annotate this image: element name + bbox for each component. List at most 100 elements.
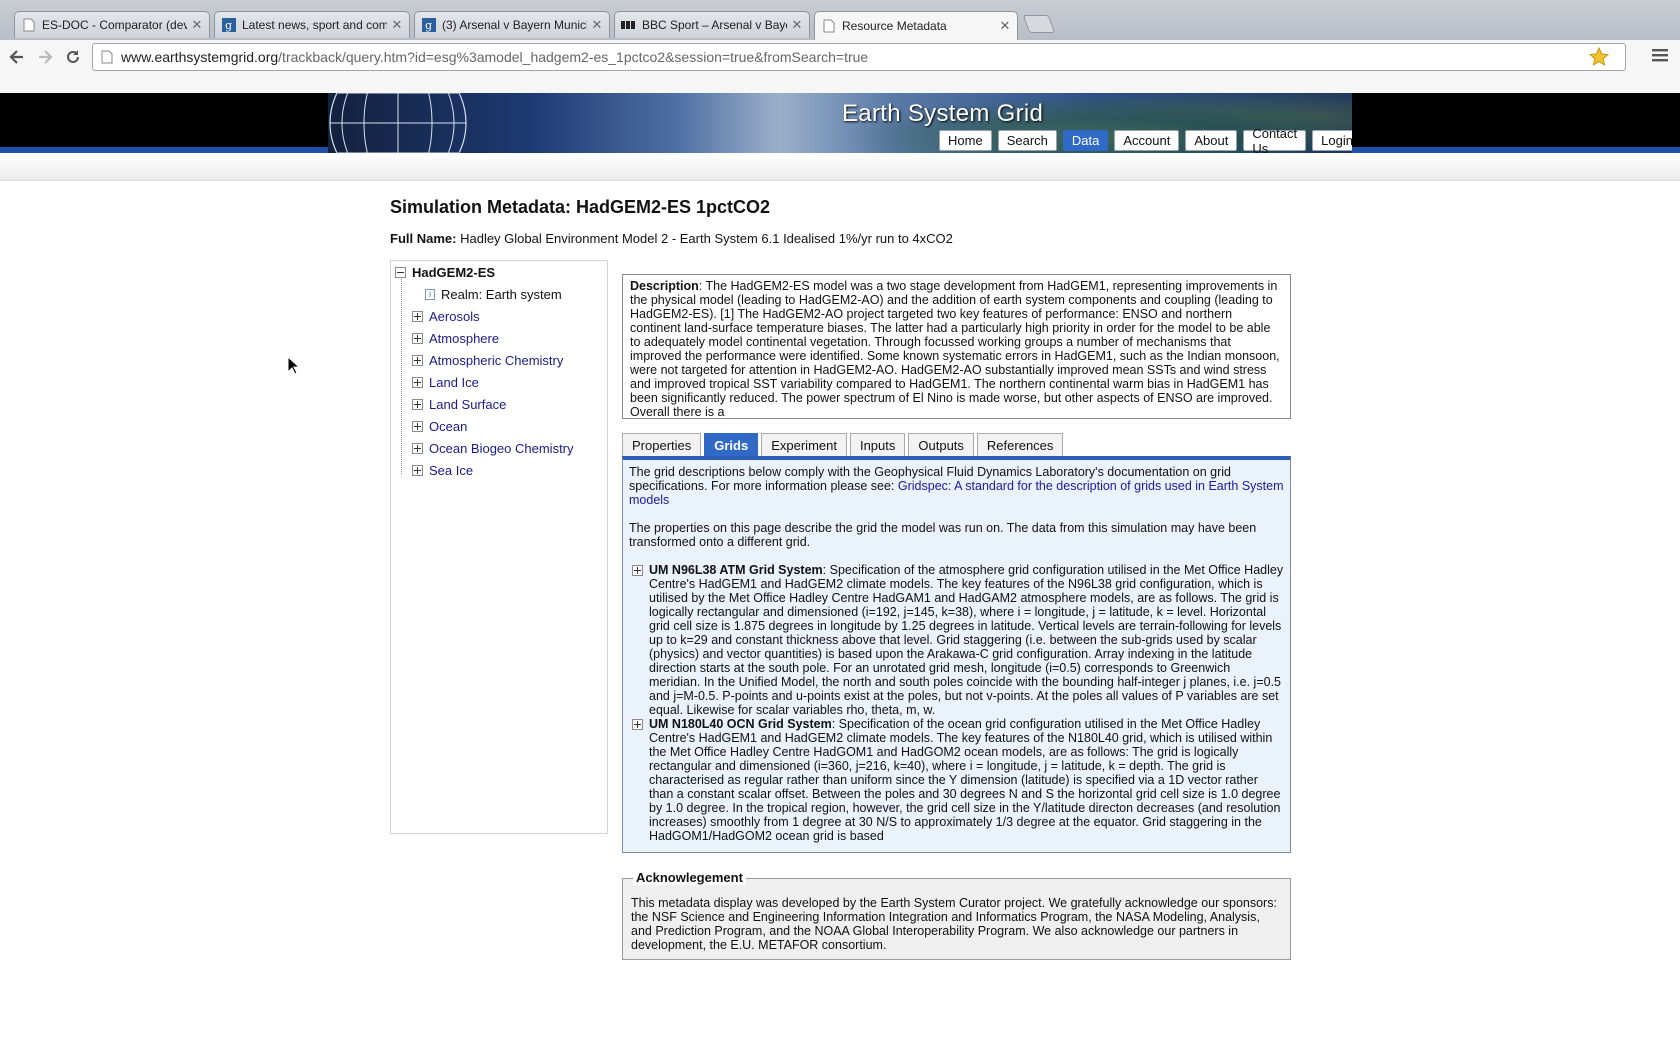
nav-home-button[interactable]: Home [939, 130, 992, 151]
grid-item: UM N96L38 ATM Grid System: Specification… [629, 563, 1284, 717]
guardian-icon: g [221, 18, 236, 33]
grid-text: : Specification of the atmosphere grid c… [649, 563, 1284, 717]
guardian-icon: g [421, 18, 436, 33]
tree-item-sea-ice[interactable]: Sea Ice [412, 463, 473, 478]
tree-item-ocean-biogeo-chemistry[interactable]: Ocean Biogeo Chemistry [412, 441, 574, 456]
tree-item-label: Aerosols [429, 309, 480, 324]
expand-icon[interactable] [412, 377, 423, 388]
tree-item-label: Sea Ice [429, 463, 474, 478]
nav-account-button[interactable]: Account [1114, 130, 1180, 151]
forward-arrow-icon [39, 50, 53, 64]
acknowledgement-box: Acknowlegement This metadata display was… [622, 871, 1291, 960]
tab-grids[interactable]: Grids [704, 433, 759, 456]
info-icon: i [425, 289, 435, 300]
grids-panel[interactable]: The grid descriptions below comply with … [622, 456, 1291, 853]
reload-button[interactable] [60, 44, 86, 70]
tree-item-ocean[interactable]: Ocean [412, 419, 467, 434]
tree-item-label: Land Ice [429, 375, 479, 390]
tab-properties[interactable]: Properties [622, 433, 702, 456]
page-icon [21, 18, 36, 33]
expand-icon[interactable] [412, 355, 423, 366]
nav-about-button[interactable]: About [1185, 130, 1238, 151]
bookmark-star-icon[interactable] [1588, 46, 1610, 70]
bbc-icon [621, 18, 636, 33]
nav-contact-us-button[interactable]: Contact Us [1243, 126, 1307, 153]
full-name-label: Full Name: [390, 231, 457, 246]
grid-text: : Specification of the ocean grid config… [649, 717, 1281, 843]
metadata-tabs: Properties Grids Experiment Inputs Outputs Re… [622, 433, 1066, 456]
site-subbar [0, 159, 1680, 181]
tree-line [401, 279, 402, 474]
close-icon[interactable]: ✕ [999, 18, 1011, 34]
tree-item-atmosphere[interactable]: Atmosphere [412, 331, 499, 346]
description-box: Description: The HadGEM2-ES model was a … [622, 274, 1291, 419]
expand-icon[interactable] [412, 443, 423, 454]
nav-search-button[interactable]: Search [997, 130, 1057, 151]
expand-icon[interactable] [632, 565, 643, 576]
description-label: Description [630, 279, 699, 293]
tree-item-label: Land Surface [429, 397, 507, 412]
grid-name: UM N180L40 OCN Grid System [649, 717, 832, 731]
tree-item-atmospheric-chemistry[interactable]: Atmospheric Chemistry [412, 353, 563, 368]
close-icon[interactable]: ✕ [191, 17, 203, 33]
svg-text:g: g [425, 19, 432, 32]
close-icon[interactable]: ✕ [791, 17, 803, 33]
site-header: Earth System Grid Home Search Data Account A… [0, 93, 1680, 153]
tab-experiment[interactable]: Experiment [761, 433, 847, 456]
tree-item-label: Ocean [429, 419, 468, 434]
site-nav: Home Search Data Account About Contact Us Logi… [939, 126, 1352, 153]
tree-item-land-ice[interactable]: Land Ice [412, 375, 479, 390]
page-icon [101, 50, 113, 64]
site-title: Earth System Grid [842, 100, 1044, 127]
acknowledgement-title: Acknowlegement [633, 871, 746, 885]
back-button[interactable] [4, 44, 30, 70]
tree-item-label: Atmosphere [429, 331, 500, 346]
menu-icon[interactable] [1652, 46, 1670, 67]
close-icon[interactable]: ✕ [391, 17, 403, 33]
expand-icon[interactable] [412, 399, 423, 410]
expand-icon[interactable] [412, 421, 423, 432]
new-tab-button[interactable] [1022, 15, 1056, 33]
nav-login-button[interactable]: Login [1312, 130, 1352, 151]
forward-button[interactable] [32, 44, 58, 70]
tree-item-land-surface[interactable]: Land Surface [412, 397, 506, 412]
full-name: Full Name: Hadley Global Environment Mod… [390, 231, 953, 246]
close-icon[interactable]: ✕ [591, 17, 603, 33]
page-icon [821, 19, 836, 34]
site-banner: Earth System Grid Home Search Data Account A… [328, 93, 1352, 153]
svg-text:g: g [225, 19, 232, 32]
tab-title: (3) Arsenal v Bayern Munich [442, 18, 587, 32]
browser-tab-active[interactable]: Resource Metadata ✕ [814, 11, 1018, 40]
tab-inputs[interactable]: Inputs [849, 433, 906, 456]
tab-references[interactable]: References [976, 433, 1064, 456]
reload-icon [67, 50, 79, 63]
acknowledgement-text: This metadata display was developed by t… [631, 896, 1277, 952]
tree-root[interactable]: HadGEM2-ES [395, 265, 495, 280]
tab-title: Resource Metadata [842, 19, 947, 33]
grids-intro: The grid descriptions below comply with … [629, 465, 1284, 507]
tab-title: Latest news, sport and comm [242, 18, 387, 32]
grid-name: UM N96L38 ATM Grid System [649, 563, 823, 577]
nav-data-button[interactable]: Data [1062, 130, 1109, 151]
mouse-cursor-icon [287, 356, 301, 375]
url-path: /trackback/query.htm?id=esg%3amodel_hadg… [278, 49, 869, 65]
description-text: : The HadGEM2-ES model was a two stage d… [630, 279, 1280, 419]
browser-tab[interactable]: g (3) Arsenal v Bayern Munich ✕ [414, 11, 610, 38]
browser-tab[interactable]: BBC Sport – Arsenal v Bayern ✕ [614, 11, 810, 38]
browser-tab[interactable]: g Latest news, sport and comm ✕ [214, 11, 410, 38]
expand-icon[interactable] [412, 465, 423, 476]
collapse-icon[interactable] [395, 267, 406, 278]
expand-icon[interactable] [412, 311, 423, 322]
browser-tab[interactable]: ES-DOC - Comparator (dev) ✕ [14, 11, 210, 38]
browser-tabstrip: ES-DOC - Comparator (dev) ✕ g Latest new… [0, 0, 1680, 40]
globe-graphic [329, 93, 467, 153]
tab-outputs[interactable]: Outputs [908, 433, 974, 456]
expand-icon[interactable] [412, 333, 423, 344]
address-bar[interactable]: www.earthsystemgrid.org/trackback/query.… [92, 43, 1626, 71]
tab-title: ES-DOC - Comparator (dev) [42, 18, 187, 32]
page-title: Simulation Metadata: HadGEM2-ES 1pctCO2 [390, 197, 771, 217]
tree-item-aerosols[interactable]: Aerosols [412, 309, 480, 324]
expand-icon[interactable] [632, 719, 643, 730]
tree-item-realm[interactable]: i Realm: Earth system [425, 287, 562, 302]
tree-item-label: Atmospheric Chemistry [429, 353, 564, 368]
